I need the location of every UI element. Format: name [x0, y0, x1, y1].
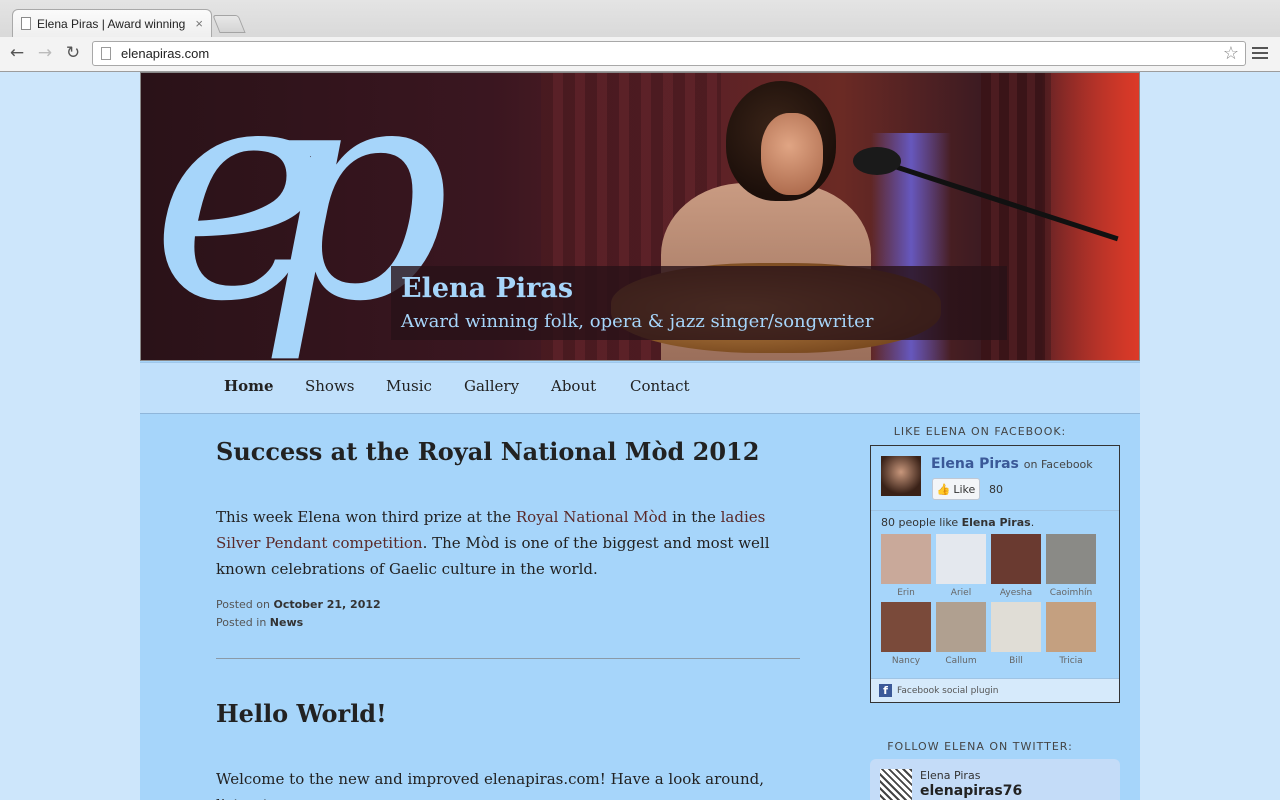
twitter-handle[interactable]: elenapiras76	[920, 783, 1022, 799]
facebook-like-button[interactable]: 👍 Like	[932, 478, 980, 500]
bookmark-star-icon[interactable]: ☆	[1223, 43, 1239, 64]
friend-avatar[interactable]	[936, 602, 986, 652]
microphone-icon	[853, 147, 901, 175]
main-content: Success at the Royal National Mòd 2012 T…	[216, 437, 800, 800]
twitter-name[interactable]: Elena Piras	[920, 769, 980, 782]
nav-about[interactable]: About	[551, 377, 596, 395]
facebook-friend[interactable]: Bill	[991, 602, 1041, 666]
facebook-friend[interactable]: Ariel	[936, 534, 986, 598]
post-category-link[interactable]: News	[270, 616, 303, 629]
posted-in-label: Posted in	[216, 616, 267, 629]
post-text: in the	[667, 508, 721, 526]
facebook-page-avatar[interactable]	[881, 456, 921, 496]
site-page: ep Elena Piras Award winning folk, opera…	[140, 72, 1140, 800]
page-icon	[21, 17, 31, 30]
friend-avatar[interactable]	[1046, 602, 1096, 652]
facebook-friend[interactable]: Callum	[936, 602, 986, 666]
friend-avatar[interactable]	[991, 534, 1041, 584]
friend-name[interactable]: Bill	[991, 656, 1041, 666]
twitter-widget-heading: FOLLOW ELENA ON TWITTER:	[887, 740, 1073, 753]
browser-chrome: Elena Piras | Award winning × ← → ↻ elen…	[0, 0, 1280, 72]
facebook-friends-grid: Erin Ariel Ayesha Caoimhín Nancy Callum Bill Tr…	[881, 534, 1113, 666]
friend-avatar[interactable]	[881, 602, 931, 652]
post-divider	[216, 658, 800, 659]
facebook-page-name[interactable]: Elena Piras on Facebook	[931, 456, 1093, 472]
facebook-like-box: Elena Piras on Facebook 👍 Like 80 80 peop…	[870, 445, 1120, 703]
nav-home[interactable]: Home	[224, 377, 274, 395]
nav-music[interactable]: Music	[386, 377, 432, 395]
ep-logo[interactable]: ep	[151, 73, 450, 343]
browser-toolbar: ← → ↻ elenapiras.com ☆	[0, 37, 1280, 71]
site-tagline: Award winning folk, opera & jazz singer/…	[401, 311, 874, 332]
facebook-friend[interactable]: Tricia	[1046, 602, 1096, 666]
nav-shows[interactable]: Shows	[305, 377, 355, 395]
page-icon	[101, 47, 111, 60]
royal-national-mod-link[interactable]: Royal National Mòd	[516, 508, 667, 526]
fb-page-name-text[interactable]: Elena Piras	[931, 456, 1019, 472]
fb-people-prefix: 80 people like	[881, 516, 962, 529]
new-tab-button[interactable]	[212, 15, 246, 33]
friend-name[interactable]: Tricia	[1046, 656, 1096, 666]
fb-plugin-label[interactable]: Facebook social plugin	[897, 686, 999, 696]
facebook-friend[interactable]: Caoimhín	[1046, 534, 1096, 598]
friend-name[interactable]: Ayesha	[991, 588, 1041, 598]
like-label: Like	[953, 482, 976, 496]
divider	[871, 510, 1119, 511]
friend-name[interactable]: Caoimhín	[1046, 588, 1096, 598]
facebook-icon: f	[879, 684, 892, 697]
twitter-widget: Elena Piras elenapiras76	[870, 759, 1120, 800]
post-text: This week Elena won third prize at the	[216, 508, 516, 526]
friend-name[interactable]: Erin	[881, 588, 931, 598]
fb-on-label: on Facebook	[1023, 458, 1093, 471]
friend-name[interactable]: Callum	[936, 656, 986, 666]
fb-people-suffix: .	[1030, 516, 1035, 529]
posted-on-label: Posted on	[216, 598, 270, 611]
facebook-friend[interactable]: Ayesha	[991, 534, 1041, 598]
reload-icon[interactable]: ↻	[62, 42, 84, 64]
forward-arrow-icon[interactable]: →	[34, 42, 56, 64]
fb-people-name[interactable]: Elena Piras	[962, 516, 1031, 529]
site-title[interactable]: Elena Piras	[401, 273, 573, 304]
facebook-friend[interactable]: Erin	[881, 534, 931, 598]
nav-gallery[interactable]: Gallery	[464, 377, 519, 395]
facebook-widget-heading: LIKE ELENA ON FACEBOOK:	[893, 425, 1067, 438]
post-title[interactable]: Hello World!	[216, 699, 800, 728]
twitter-avatar[interactable]	[880, 769, 912, 800]
address-bar[interactable]: elenapiras.com ☆	[92, 41, 1246, 66]
facebook-plugin-footer: f Facebook social plugin	[871, 678, 1119, 702]
nav-contact[interactable]: Contact	[630, 377, 690, 395]
main-nav: Home Shows Music Gallery About Contact	[140, 362, 1140, 414]
thumbs-up-icon: 👍	[936, 482, 951, 496]
friend-avatar[interactable]	[881, 534, 931, 584]
close-tab-icon[interactable]: ×	[195, 16, 203, 31]
post-date-link[interactable]: October 21, 2012	[273, 598, 380, 611]
menu-icon[interactable]	[1252, 45, 1268, 61]
friend-name[interactable]: Nancy	[881, 656, 931, 666]
back-arrow-icon[interactable]: ←	[6, 42, 28, 64]
friend-avatar[interactable]	[936, 534, 986, 584]
facebook-friend[interactable]: Nancy	[881, 602, 931, 666]
singer-photo	[761, 113, 823, 195]
fb-people-like-text: 80 people like Elena Piras.	[881, 516, 1034, 529]
site-header-banner: ep Elena Piras Award winning folk, opera…	[140, 72, 1140, 361]
url-text: elenapiras.com	[121, 46, 210, 61]
post-body: Welcome to the new and improved elenapir…	[216, 770, 764, 800]
sidebar: LIKE ELENA ON FACEBOOK: Elena Piras on F…	[870, 425, 1120, 800]
friend-avatar[interactable]	[991, 602, 1041, 652]
post-meta: Posted on October 21, 2012 Posted in New…	[216, 596, 800, 632]
browser-tab[interactable]: Elena Piras | Award winning ×	[12, 9, 212, 37]
post-body: This week Elena won third prize at the R…	[216, 504, 800, 582]
friend-avatar[interactable]	[1046, 534, 1096, 584]
post-title[interactable]: Success at the Royal National Mòd 2012	[216, 437, 800, 466]
friend-name[interactable]: Ariel	[936, 588, 986, 598]
tab-title: Elena Piras | Award winning	[37, 16, 186, 31]
like-count: 80	[989, 483, 1003, 496]
